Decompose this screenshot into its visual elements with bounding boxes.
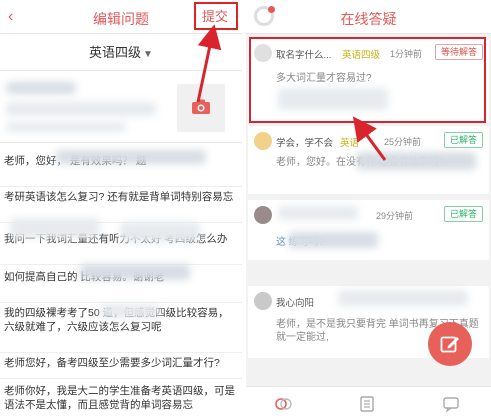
list-item[interactable]: 考研英语该怎么复习? 还有就是背单词特别容易忘 bbox=[4, 190, 236, 204]
timestamp: 29分钟前 bbox=[376, 211, 414, 221]
edit-question-header: ‹ 编辑问题 提交 bbox=[0, 0, 242, 34]
blurred-text bbox=[120, 222, 200, 242]
subject-tag: 英语 bbox=[340, 138, 360, 149]
user-name: 我心向阳 bbox=[276, 298, 315, 309]
subject-value: 英语四级 bbox=[89, 45, 142, 60]
annotation-box-submit bbox=[194, 2, 238, 30]
divider bbox=[0, 70, 242, 71]
blurred-text bbox=[6, 122, 126, 132]
blurred-text bbox=[278, 206, 358, 220]
online-qa-screen: 在线答疑 取名字什么... 英语四级 1分钟前 等待解答 多大词汇量才容易过? … bbox=[246, 0, 491, 420]
notes-tab-icon[interactable] bbox=[358, 395, 376, 413]
question-card[interactable]: 学会，学不会 英语 25分钟前 已解答 老师，您好。在没有作 题会有效果吗? bbox=[248, 126, 489, 194]
status-badge: 已解答 bbox=[443, 132, 483, 148]
blurred-text bbox=[80, 264, 190, 280]
ask-question-button[interactable] bbox=[428, 322, 472, 366]
user-name: 学会，学不会 bbox=[276, 138, 334, 149]
questions-tab-icon[interactable] bbox=[274, 395, 292, 413]
messages-tab-icon[interactable] bbox=[442, 395, 460, 413]
blurred-text bbox=[6, 102, 156, 116]
question-card[interactable]: 29分钟前 已解答 这 练习吗? bbox=[248, 200, 489, 260]
divider bbox=[0, 142, 242, 143]
annotation-box-new-question bbox=[249, 37, 486, 123]
avatar bbox=[254, 206, 272, 224]
avatar bbox=[254, 292, 272, 310]
page-title: 在线答疑 bbox=[340, 11, 397, 27]
status-badge: 已解答 bbox=[443, 206, 483, 222]
blurred-text bbox=[56, 150, 206, 164]
timestamp: 25分钟前 bbox=[384, 137, 422, 147]
caret-down-icon: ▼ bbox=[143, 49, 153, 60]
edit-question-screen: ‹ 编辑问题 提交 英语四级▼ 老师，您好， 是有效果吗？ 题 考研英语该怎么复… bbox=[0, 0, 242, 420]
subject-selector[interactable]: 英语四级 ▼ bbox=[0, 42, 242, 68]
bottom-tab-bar bbox=[246, 386, 491, 420]
blurred-text bbox=[100, 304, 160, 318]
divider bbox=[0, 302, 242, 303]
blurred-text bbox=[338, 290, 468, 306]
list-item[interactable]: 老师您好，备考四级至少需要多少词汇量才行? bbox=[4, 356, 236, 370]
online-qa-header: 在线答疑 bbox=[246, 0, 491, 34]
blurred-text bbox=[6, 82, 76, 94]
blurred-text bbox=[10, 218, 100, 238]
divider bbox=[0, 378, 242, 379]
camera-button[interactable] bbox=[177, 84, 225, 132]
edit-icon bbox=[440, 336, 459, 353]
camera-icon bbox=[192, 99, 210, 114]
divider bbox=[0, 186, 242, 187]
blurred-text bbox=[288, 232, 378, 248]
divider bbox=[0, 352, 242, 353]
avatar bbox=[254, 132, 272, 150]
list-item[interactable]: 老师你好，我是大二的学生准备考英语四级，可是语法不是太懂，而且感觉背的单词容易忘 bbox=[4, 384, 236, 412]
blurred-text bbox=[356, 152, 476, 170]
